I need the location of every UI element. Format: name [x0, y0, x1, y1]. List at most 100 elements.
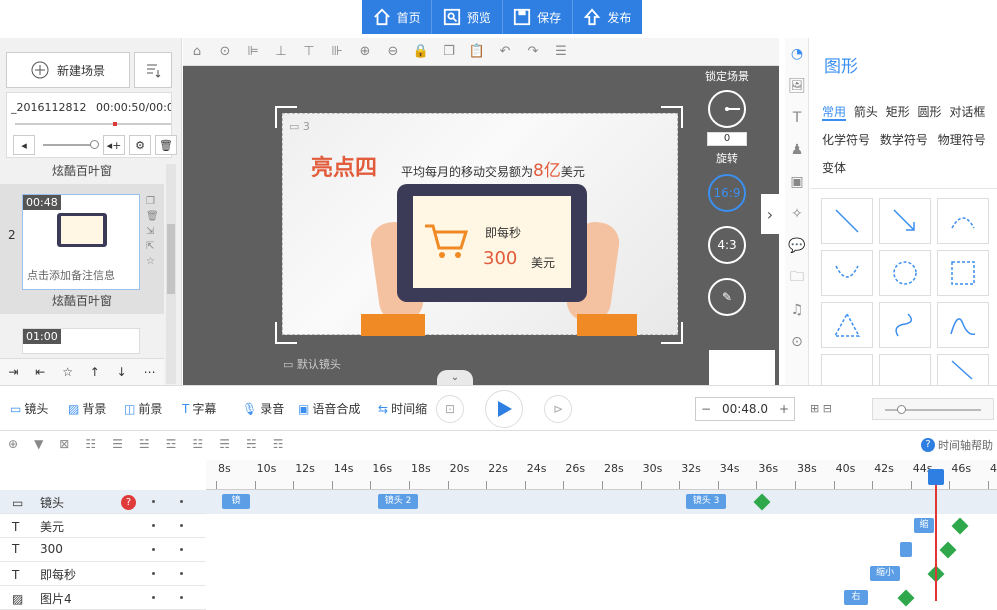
timeline-clip[interactable]: 镜头 3 — [686, 494, 726, 509]
align-icon[interactable]: ☷ — [85, 437, 96, 451]
unit-text[interactable]: 美元 — [531, 254, 555, 271]
track-toggle[interactable] — [180, 524, 183, 527]
slide-canvas[interactable]: ▭ 3 亮点四 平均每月的移动交易额为8亿美元 即每秒 300 美元 — [282, 113, 678, 336]
align-top-icon[interactable]: ⊤ — [295, 38, 323, 66]
track-toggle[interactable] — [180, 596, 183, 599]
shape-squiggle[interactable] — [879, 302, 931, 348]
redo-icon[interactable]: ↷ — [519, 38, 547, 66]
shape-cloud[interactable] — [879, 354, 931, 385]
move-up-icon[interactable]: ↑ — [90, 365, 100, 379]
subtitle-button[interactable]: T 字幕 — [182, 400, 216, 417]
track-toggle[interactable] — [180, 548, 183, 551]
home-view-icon[interactable]: ⌂ — [183, 38, 211, 66]
shape-rectangle[interactable] — [937, 250, 989, 296]
track-toggle[interactable] — [180, 500, 183, 503]
slide-title[interactable]: 亮点四 — [311, 150, 377, 182]
scene-note[interactable]: 点击添加备注信息 — [27, 267, 135, 283]
tab-circles[interactable]: 圆形 — [918, 105, 942, 119]
next-frame-icon[interactable]: ⊳ — [544, 395, 572, 423]
tab-chemistry[interactable]: 化学符号 — [822, 133, 870, 147]
rotation-dial[interactable] — [708, 90, 746, 128]
export-icon[interactable]: ⇲ — [146, 226, 159, 237]
zoom-slider[interactable] — [872, 398, 994, 420]
star-icon[interactable]: ☆ — [146, 256, 159, 267]
target-icon[interactable]: ⊕ — [8, 437, 18, 451]
track-toggle[interactable] — [152, 548, 155, 551]
track-toggle[interactable] — [152, 572, 155, 575]
more-tools-icon[interactable]: ⊙ — [785, 326, 809, 358]
text-tool-icon[interactable]: T — [785, 102, 809, 134]
track-body[interactable]: 缩小 — [206, 562, 997, 586]
filter-icon[interactable]: ▼ — [34, 437, 43, 451]
tab-dialogs[interactable]: 对话框 — [949, 105, 985, 119]
keyframe-diamond[interactable] — [951, 517, 969, 535]
timeline-clip[interactable]: 缩小 — [870, 566, 900, 581]
playback-progress[interactable] — [15, 122, 171, 126]
track-toggle[interactable] — [180, 572, 183, 575]
track-toggle[interactable] — [152, 524, 155, 527]
shape-curve[interactable] — [821, 250, 873, 296]
lock-icon[interactable]: 🔒 — [407, 38, 435, 66]
distribute-icon[interactable]: ⊪ — [323, 38, 351, 66]
new-scene-button[interactable]: 新建场景 — [6, 52, 130, 88]
scene-thumbnail[interactable]: 00:48 点击添加备注信息 — [22, 194, 140, 290]
tab-physics[interactable]: 物理符号 — [938, 133, 986, 147]
plus-icon[interactable]: + — [774, 402, 794, 416]
home-button[interactable]: 首页 — [362, 0, 433, 34]
collapse-timeline-icon[interactable]: ⌄ — [437, 370, 473, 385]
save-button[interactable]: 保存 — [503, 0, 573, 34]
media-tool-icon[interactable]: ▣ — [785, 166, 809, 198]
effects-tool-icon[interactable]: ✧ — [785, 198, 809, 230]
camera-help-icon[interactable]: ? — [121, 495, 136, 510]
align-left-icon[interactable]: ⊫ — [239, 38, 267, 66]
align2-icon[interactable]: ☰ — [112, 437, 123, 451]
tts-button[interactable]: ▣ 语音合成 — [298, 400, 360, 417]
volume-down-icon[interactable]: ◂ — [13, 135, 35, 155]
keyframe-diamond[interactable] — [939, 541, 957, 559]
timeline-track[interactable]: ▭ 镜头? 镜 镜头 2 镜头 3 — [0, 490, 997, 514]
scene-item-2[interactable]: 2 00:48 点击添加备注信息 ❐ 🗑 ⇲ ⇱ ☆ 炫酷百叶窗 — [0, 184, 164, 314]
timeline-track[interactable]: T 300 — [0, 538, 997, 562]
favorite-icon[interactable]: ☆ — [62, 365, 73, 379]
scene-item-3[interactable]: 01:00 — [22, 328, 140, 354]
export-scene-icon[interactable]: ⇤ — [35, 365, 45, 379]
snapshot-icon[interactable]: ⊡ — [436, 395, 464, 423]
expand-right-icon[interactable]: › — [761, 194, 779, 234]
undo-icon[interactable]: ↶ — [491, 38, 519, 66]
paste-icon[interactable]: 📋 — [463, 38, 491, 66]
trash-icon[interactable]: 🗑 — [146, 211, 159, 222]
foreground-button[interactable]: ◫ 前景 — [124, 400, 162, 417]
rotation-input[interactable]: 0 — [707, 132, 747, 146]
per-second-text[interactable]: 即每秒 — [485, 224, 521, 241]
timeline-help[interactable]: ? 时间轴帮助 — [921, 437, 993, 453]
zoom-out-icon[interactable]: ⊖ — [379, 38, 407, 66]
shape-arc[interactable] — [937, 198, 989, 244]
background-button[interactable]: ▨ 背景 — [68, 400, 106, 417]
playhead-handle[interactable] — [928, 469, 944, 485]
keyframe-diamond[interactable] — [753, 493, 771, 511]
tab-variants[interactable]: 变体 — [822, 161, 846, 175]
clear-filter-icon[interactable]: ⊠ — [59, 437, 69, 451]
play-button[interactable] — [485, 390, 523, 428]
shape-double-arrow[interactable] — [937, 354, 989, 385]
minus-icon[interactable]: − — [696, 402, 716, 416]
more-options-icon[interactable]: ⊙ — [211, 38, 239, 66]
timeline-clip[interactable]: 镜头 2 — [378, 494, 418, 509]
volume-slider[interactable] — [43, 140, 99, 149]
character-tool-icon[interactable]: ♟ — [785, 134, 809, 166]
shape-circle[interactable] — [879, 250, 931, 296]
time-scale-button[interactable]: ⇆ 时间缩 — [378, 400, 427, 417]
align-center-icon[interactable]: ⊥ — [267, 38, 295, 66]
timeline-track[interactable]: ▨ 图片4 右 — [0, 586, 997, 610]
duration-stepper[interactable]: − 00:48.0 + — [695, 397, 795, 421]
amount-text[interactable]: 300 — [483, 248, 517, 269]
volume-up-icon[interactable]: ◂+ — [103, 135, 125, 155]
align7-icon[interactable]: ☵ — [246, 437, 257, 451]
timeline-clip[interactable]: 右 — [844, 590, 868, 605]
track-body[interactable]: 右 — [206, 586, 997, 610]
tab-math[interactable]: 数学符号 — [880, 133, 928, 147]
mini-preview[interactable] — [709, 350, 775, 385]
folder-tool-icon[interactable]: 🗀 — [785, 262, 809, 294]
delete-icon[interactable]: 🗑 — [155, 135, 177, 155]
volume-knob[interactable] — [90, 140, 99, 149]
